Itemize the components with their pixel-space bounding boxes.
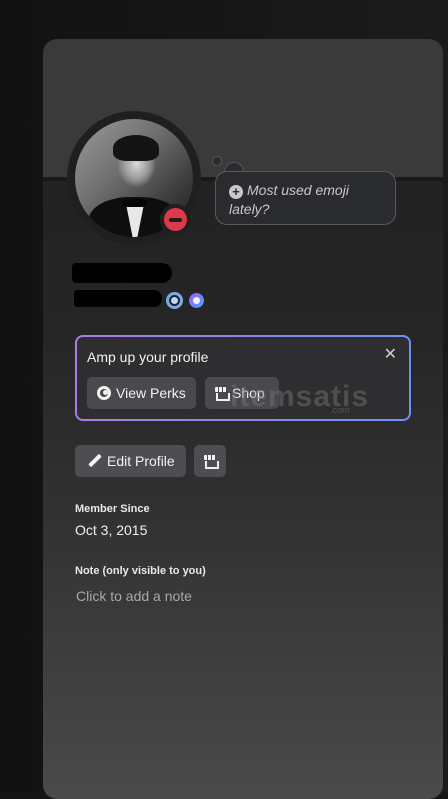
member-since-label: Member Since bbox=[75, 503, 150, 515]
view-perks-button[interactable]: View Perks bbox=[87, 377, 196, 409]
note-label: Note (only visible to you) bbox=[75, 565, 206, 577]
shop-icon bbox=[204, 455, 219, 469]
edit-profile-button[interactable]: Edit Profile bbox=[75, 445, 186, 477]
profile-shop-button[interactable] bbox=[194, 445, 226, 477]
view-perks-label: View Perks bbox=[116, 385, 186, 401]
perks-icon bbox=[97, 386, 111, 400]
do-not-disturb-status-icon bbox=[164, 208, 187, 231]
custom-status-bubble[interactable]: + Most used emoji lately? bbox=[215, 171, 396, 225]
close-icon[interactable]: ✕ bbox=[384, 347, 397, 363]
thought-bubble-dot-small bbox=[212, 156, 222, 166]
edit-profile-label: Edit Profile bbox=[107, 453, 175, 469]
member-since-value: Oct 3, 2015 bbox=[75, 522, 148, 538]
username-redacted bbox=[74, 290, 162, 307]
watermark-sub: .com bbox=[330, 405, 350, 415]
shop-icon bbox=[215, 387, 230, 401]
display-name-redacted bbox=[72, 263, 172, 283]
quest-badge-icon[interactable] bbox=[166, 292, 183, 309]
avatar-bowtie bbox=[123, 199, 147, 207]
avatar-hair bbox=[113, 135, 159, 161]
add-status-icon: + bbox=[229, 185, 243, 199]
custom-status-placeholder: Most used emoji lately? bbox=[229, 182, 349, 217]
pencil-icon bbox=[88, 454, 102, 468]
nitro-boost-badge-icon[interactable] bbox=[189, 293, 204, 308]
note-input[interactable] bbox=[76, 586, 396, 606]
amp-up-title: Amp up your profile bbox=[87, 349, 209, 365]
